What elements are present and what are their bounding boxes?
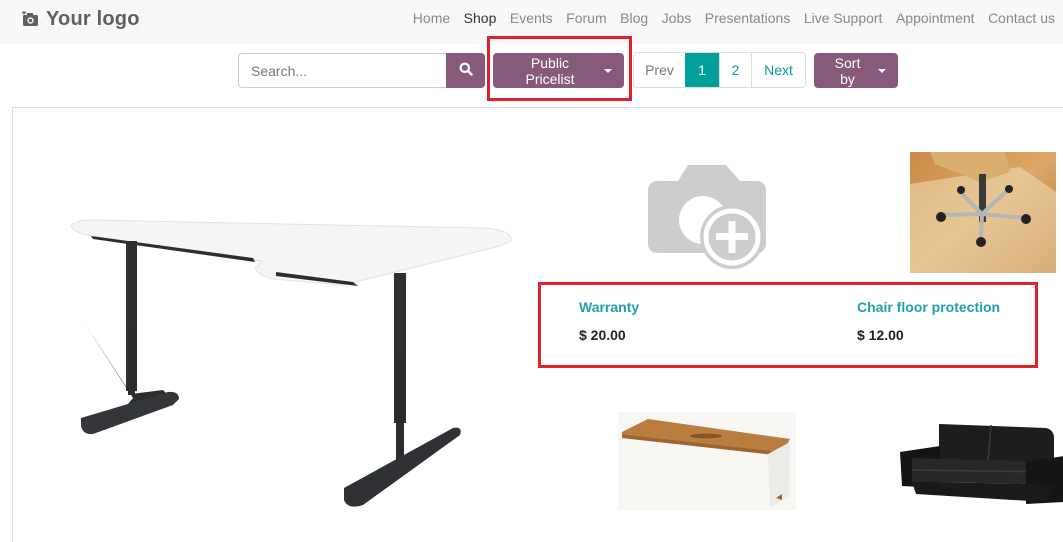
black-sofa-image[interactable] — [896, 422, 1063, 506]
placeholder-camera-image[interactable] — [648, 165, 768, 269]
camera-plus-icon — [22, 10, 40, 27]
product-price: $ 20.00 — [579, 327, 626, 343]
corner-desk-image[interactable] — [13, 108, 569, 542]
pager-prev[interactable]: Prev — [634, 53, 685, 87]
nav-shop[interactable]: Shop — [464, 10, 497, 26]
chair-floor-mat-image[interactable] — [910, 152, 1056, 273]
search-input[interactable] — [238, 53, 446, 88]
nav-home[interactable]: Home — [413, 10, 450, 26]
pager-page-1[interactable]: 1 — [685, 53, 719, 87]
caret-down-icon — [604, 68, 612, 73]
nav-presentations[interactable]: Presentations — [705, 10, 791, 26]
product-card[interactable]: Chair floor protection $ 12.00 — [846, 108, 1063, 358]
nav-blog[interactable]: Blog — [620, 10, 648, 26]
pagination: Prev 1 2 Next — [633, 52, 806, 88]
product-name-warranty[interactable]: Warranty — [579, 299, 639, 315]
nav-live-support[interactable]: Live Support — [804, 10, 883, 26]
product-card[interactable] — [13, 108, 569, 542]
product-card[interactable] — [568, 357, 847, 542]
nav-forum[interactable]: Forum — [566, 10, 606, 26]
nav-appointment[interactable]: Appointment — [896, 10, 975, 26]
pager-page-2[interactable]: 2 — [719, 53, 751, 87]
pricelist-label: Public Pricelist — [525, 54, 575, 87]
logo[interactable]: Your logo — [22, 4, 170, 34]
site-header: Your logo Home Shop Events Forum Blog Jo… — [0, 0, 1063, 44]
sort-by-label: Sort by — [834, 54, 861, 87]
product-card[interactable]: Warranty $ 20.00 — [568, 108, 847, 358]
main-nav: Home Shop Events Forum Blog Jobs Present… — [399, 0, 1063, 36]
pricelist-dropdown[interactable]: Public Pricelist — [493, 53, 624, 88]
pager-next[interactable]: Next — [751, 53, 805, 87]
product-card[interactable] — [846, 357, 1063, 542]
logo-text: Your logo — [46, 7, 140, 30]
nav-contact-us[interactable]: Contact us — [988, 10, 1055, 26]
product-name-chair-floor-protection[interactable]: Chair floor protection — [857, 299, 1000, 315]
sort-by-dropdown[interactable]: Sort by — [814, 53, 898, 88]
product-price: $ 12.00 — [857, 327, 904, 343]
nav-jobs[interactable]: Jobs — [662, 10, 692, 26]
cable-management-box-image[interactable] — [618, 412, 796, 510]
search-icon — [459, 62, 473, 79]
caret-down-icon — [878, 68, 886, 73]
product-grid: Warranty $ 20.00 Chair floor protection … — [12, 107, 1063, 542]
search-button[interactable] — [446, 53, 485, 88]
nav-events[interactable]: Events — [510, 10, 553, 26]
search-form — [238, 53, 485, 88]
